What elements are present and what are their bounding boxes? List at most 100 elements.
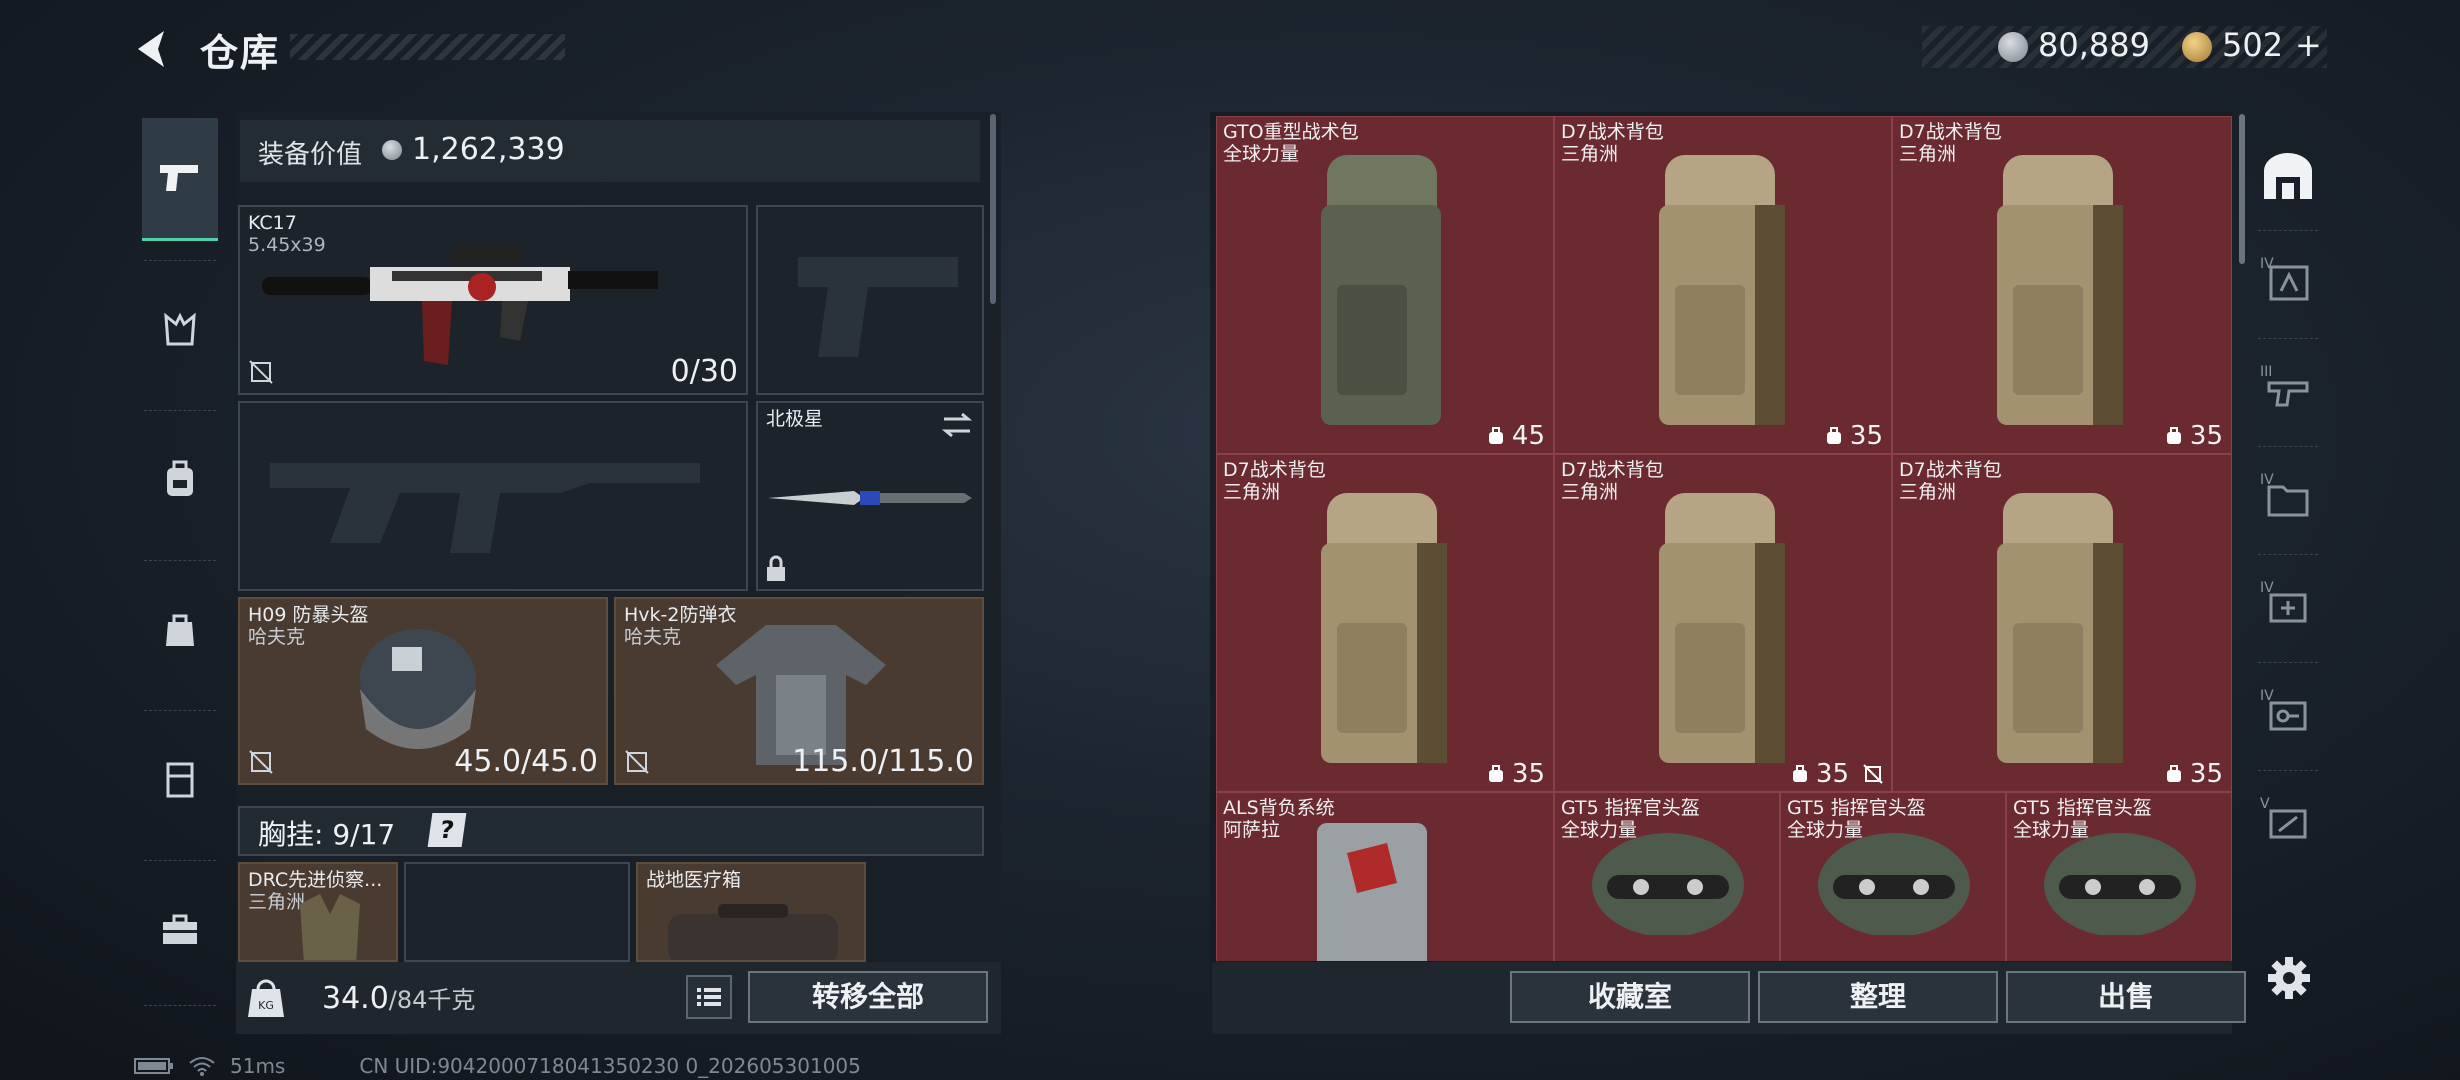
- tier-label: V: [2260, 796, 2270, 812]
- capacity-icon: [2166, 427, 2181, 444]
- chest-item-slot[interactable]: 战地医疗箱: [636, 862, 866, 962]
- tab-storage-page[interactable]: IV: [2254, 670, 2322, 760]
- list-view-button[interactable]: [686, 975, 732, 1019]
- capacity-icon: [1792, 765, 1807, 782]
- storage-page-sidebar: IV III IV IV IV V: [2248, 112, 2328, 966]
- unbound-icon: [625, 750, 649, 774]
- sell-button[interactable]: 出售: [2006, 971, 2246, 1023]
- item-brand: 阿萨拉: [1223, 819, 1281, 841]
- chest-empty-slot[interactable]: [404, 862, 630, 962]
- tier-label: IV: [2260, 256, 2274, 272]
- primary-weapon-slot[interactable]: KC17 5.45x39 0/30: [238, 205, 748, 395]
- tab-weapons[interactable]: [142, 118, 218, 241]
- storage-item[interactable]: GT5 指挥官头盔 全球力量: [2006, 792, 2232, 961]
- storage-item[interactable]: GTO重型战术包 全球力量 45: [1216, 116, 1554, 454]
- tab-storage-page[interactable]: IV: [2254, 454, 2322, 544]
- secondary-weapon-slot[interactable]: [238, 401, 748, 591]
- carry-system-image: [1317, 823, 1427, 961]
- pistol-slot[interactable]: [756, 205, 984, 395]
- carry-weight: 34.0/84千克: [322, 980, 475, 1016]
- user-uid: CN UID:9042000718041350230 0_20260530100…: [359, 1054, 861, 1078]
- capacity-value: 35: [1849, 421, 1883, 451]
- item-brand: 三角洲: [1899, 143, 1957, 165]
- storage-item[interactable]: D7战术背包 三角洲 35: [1554, 454, 1892, 792]
- add-currency-button[interactable]: +: [2295, 26, 2322, 64]
- unbound-icon: [249, 750, 273, 774]
- storage-item[interactable]: D7战术背包 三角洲 35: [1892, 454, 2232, 792]
- tab-backpack[interactable]: [142, 420, 218, 540]
- storage-grid: GTO重型战术包 全球力量 45 D7战术背包 三角洲 35 D7战术背包 三角…: [1216, 116, 2232, 961]
- backpack-capacity: 45: [1486, 421, 1545, 451]
- title-decoration: [290, 34, 565, 60]
- value-coin-icon: [382, 140, 402, 160]
- tab-container[interactable]: [142, 720, 218, 840]
- help-button[interactable]: ?: [427, 813, 467, 847]
- chest-item-slot[interactable]: DRC先进侦察... 三角洲: [238, 862, 398, 962]
- backpack-image: [1997, 493, 2123, 763]
- page-title: 仓库: [200, 31, 281, 75]
- storage-scrollbar[interactable]: [2239, 114, 2245, 264]
- tier-label: III: [2260, 364, 2273, 380]
- pistol-silhouette-icon: [798, 257, 958, 357]
- chest-rig-capacity: 胸挂: 9/17: [258, 813, 395, 853]
- helmet-slot[interactable]: H09 防暴头盔 哈夫克 45.0/45.0: [238, 597, 608, 785]
- helmet-brand: 哈夫克: [248, 626, 306, 648]
- rifle-silhouette-icon: [270, 463, 700, 553]
- settings-gear-icon[interactable]: [2266, 955, 2312, 1001]
- tab-all-storage[interactable]: [2254, 132, 2322, 222]
- chest-rig-label: 胸挂:: [258, 818, 324, 851]
- backpack-image: [1321, 155, 1441, 425]
- tab-chest-rig[interactable]: [142, 270, 218, 390]
- unbound-icon: [1863, 764, 1883, 784]
- backpack-image: [1321, 493, 1447, 763]
- list-icon: [697, 988, 721, 1006]
- backpack-capacity: 35: [1824, 421, 1883, 451]
- storage-item[interactable]: GT5 指挥官头盔 全球力量: [1554, 792, 1780, 961]
- category-sidebar: [134, 110, 226, 1008]
- storage-item[interactable]: ALS背负系统 阿萨拉: [1216, 792, 1554, 961]
- wifi-icon: [189, 1057, 215, 1076]
- battery-icon: [134, 1058, 173, 1074]
- helmet-durability: 45.0/45.0: [454, 744, 598, 779]
- storage-item[interactable]: D7战术背包 三角洲 35: [1554, 116, 1892, 454]
- medkit-image: [668, 904, 838, 960]
- capacity-value: 35: [1815, 759, 1849, 789]
- tab-case[interactable]: [142, 870, 218, 990]
- tab-storage-page[interactable]: IV: [2254, 562, 2322, 652]
- collection-room-button[interactable]: 收藏室: [1510, 971, 1750, 1023]
- tier-label: IV: [2260, 472, 2274, 488]
- helmet-image: [1592, 833, 1744, 935]
- capacity-value: 45: [1511, 421, 1545, 451]
- storage-item[interactable]: D7战术背包 三角洲 35: [1216, 454, 1554, 792]
- max-weight: /84千克: [388, 986, 476, 1014]
- tab-storage-page[interactable]: III: [2254, 346, 2322, 436]
- back-arrow-icon[interactable]: [130, 25, 178, 73]
- tab-storage-page[interactable]: IV: [2254, 238, 2322, 328]
- transfer-all-button[interactable]: 转移全部: [748, 971, 988, 1023]
- ammo-page-icon: [2269, 809, 2307, 839]
- equipment-scrollbar[interactable]: [990, 114, 996, 304]
- capacity-value: 35: [2189, 421, 2223, 451]
- assault-rifle-image: [262, 245, 658, 365]
- item-brand: 三角洲: [1223, 481, 1281, 503]
- tab-storage-page[interactable]: V: [2254, 778, 2322, 868]
- backpack-image: [1659, 155, 1785, 425]
- melee-slot[interactable]: 北极星: [756, 401, 984, 591]
- bag-icon: [166, 614, 194, 646]
- ping-value: 51ms: [230, 1054, 286, 1078]
- storage-item[interactable]: GT5 指挥官头盔 全球力量: [1780, 792, 2006, 961]
- capacity-icon: [1488, 427, 1503, 444]
- swap-icon[interactable]: [940, 411, 974, 439]
- chest-rig-icon: [164, 312, 196, 346]
- storage-item[interactable]: D7战术背包 三角洲 35: [1892, 116, 2232, 454]
- gold-coin-icon: [2182, 32, 2212, 62]
- item-brand: 三角洲: [1561, 481, 1619, 503]
- silver-currency-value: 80,889: [2038, 26, 2150, 64]
- capacity-icon: [1826, 427, 1841, 444]
- tier-label: IV: [2260, 688, 2274, 704]
- equipment-value: 1,262,339: [412, 132, 565, 167]
- armor-durability: 115.0/115.0: [792, 744, 974, 779]
- organize-button[interactable]: 整理: [1758, 971, 1998, 1023]
- tab-bag[interactable]: [142, 570, 218, 690]
- armor-slot[interactable]: Hvk-2防弹衣 哈夫克 115.0/115.0: [614, 597, 984, 785]
